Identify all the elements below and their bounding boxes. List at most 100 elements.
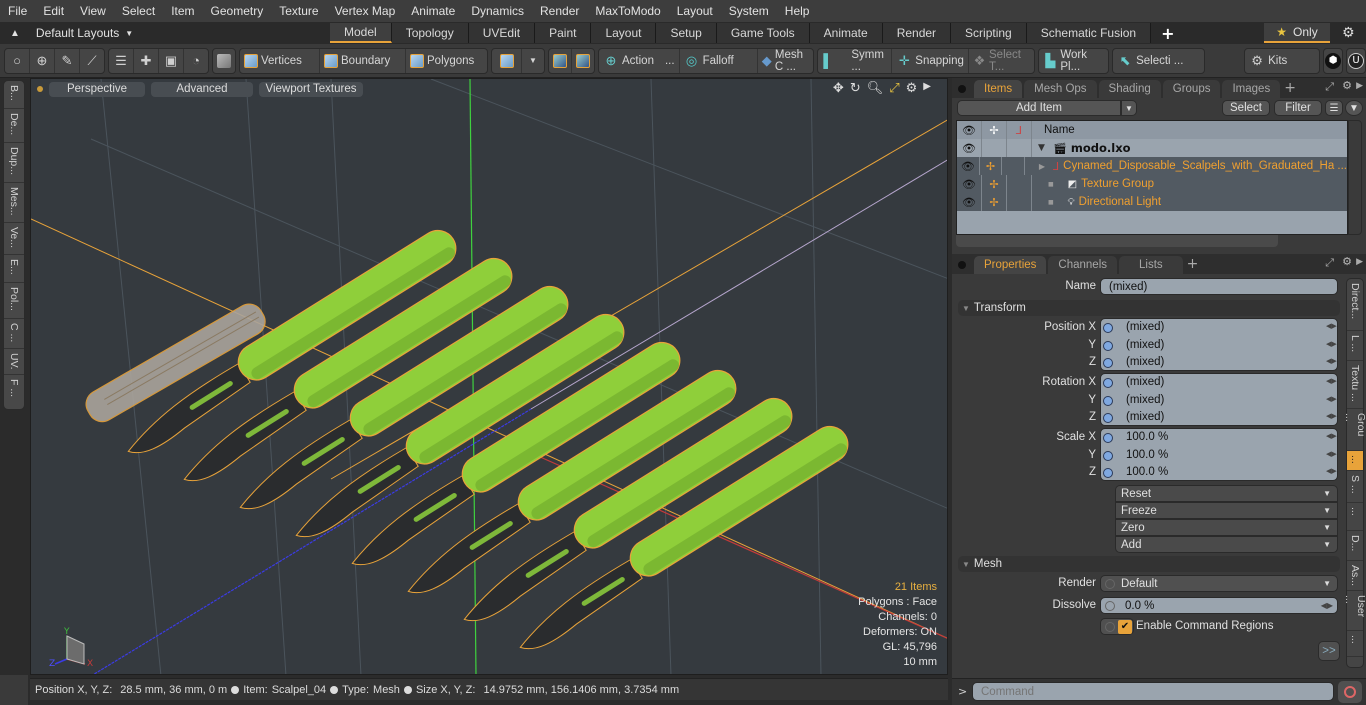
left-tab[interactable]: Ve... [4,223,24,255]
mesh-section-header[interactable]: ▼ Mesh [958,556,1340,572]
center-button[interactable] [572,49,594,73]
perspective-button[interactable]: Perspective [49,81,145,97]
pivot-button[interactable] [549,48,572,73]
position-y-keyframe-icon[interactable] [1103,340,1113,351]
tab-lists[interactable]: Lists [1119,256,1183,274]
transform-toggle[interactable]: ✢ [982,193,1007,211]
menu-view[interactable]: View [72,4,114,18]
left-tab[interactable]: De... [4,109,24,143]
tab-schematic-fusion[interactable]: Schematic Fusion [1026,23,1152,43]
list-item[interactable]: 👁︎ ▼ 🎬︎ modo.lxo [957,139,1347,157]
tab-topology[interactable]: Topology [391,23,469,43]
scale-z-value[interactable]: 100.0 % [1126,466,1168,478]
transform-toggle[interactable]: ✢ [982,175,1007,193]
pen-button[interactable]: ✎ [55,48,80,73]
collapse-up-icon[interactable]: ▲ [10,28,20,39]
symmetry-button[interactable]: ▌ Symm ... [818,48,893,73]
tab-mesh-ops[interactable]: Mesh Ops [1024,80,1097,98]
scale-z-keyframe-icon[interactable] [1103,468,1113,478]
material-dropdown[interactable]: ▼ [522,49,544,73]
left-tab[interactable]: C ... [4,319,24,349]
menu-edit[interactable]: Edit [35,4,72,18]
expand-right-icon[interactable]: ▶ [923,81,931,96]
slider-arrows-icon[interactable]: ◀▶ [1326,467,1337,475]
list-item[interactable]: 👁︎ ✢ ▶ ⅃ Cynamed_Disposable_Scalpels_wit… [957,157,1347,175]
position-z-keyframe-icon[interactable] [1103,358,1113,368]
tab-uvedit[interactable]: UVEdit [468,23,536,43]
add-tab-icon[interactable]: + [1161,24,1174,43]
menu-select[interactable]: Select [114,4,163,18]
menu-geometry[interactable]: Geometry [203,4,272,18]
add-tab-icon[interactable]: + [1284,80,1296,96]
tab-shading[interactable]: Shading [1098,80,1161,98]
snapping-button[interactable]: ✛ Snapping [892,48,969,73]
item-mode-button[interactable] [213,49,235,73]
tab-model[interactable]: Model [330,23,392,43]
position-x-value[interactable]: (mixed) [1126,321,1164,333]
expand-right-icon[interactable]: ▶ [1356,81,1363,91]
type-column[interactable]: ⅃ [1007,121,1032,139]
dissolve-field[interactable]: 0.0 % ◀▶ [1100,597,1338,614]
left-tab[interactable]: Dup... [4,143,24,183]
left-tab[interactable]: Pol... [4,283,24,319]
scale-y-value[interactable]: 100.0 % [1126,449,1168,461]
tab-animate[interactable]: Animate [809,23,883,43]
menu-vertex-map[interactable]: Vertex Map [327,4,404,18]
visibility-column[interactable]: 👁︎ [957,121,982,139]
advanced-button[interactable]: Advanced [151,81,253,97]
enable-command-regions-checkbox[interactable]: ✔ [1100,618,1134,635]
tab-groups[interactable]: Groups [1162,80,1221,98]
menu-dynamics[interactable]: Dynamics [463,4,532,18]
visibility-toggle[interactable]: 👁︎ [957,139,982,157]
polygons-button[interactable]: Polygons [406,49,487,73]
frame-button[interactable]: ▣ [159,48,184,73]
expand-arrow-icon[interactable]: ▶ [1039,162,1045,171]
items-vscrollbar[interactable] [1348,120,1362,235]
slider-arrows-icon[interactable]: ◀▶ [1326,340,1337,348]
scale-x-keyframe-icon[interactable] [1103,433,1113,443]
falloff-button[interactable]: ◎ Falloff [680,48,758,73]
add-dropdown[interactable]: Add ▼ [1115,536,1338,553]
left-tab[interactable]: Mes... [4,183,24,223]
expand-panel-icon[interactable]: ⤢ [1325,80,1334,94]
zero-dropdown[interactable]: Zero ▼ [1115,519,1338,536]
more-button[interactable]: >> [1318,641,1340,661]
kits-button[interactable]: ⚙ Kits [1245,49,1319,73]
slider-arrows-icon[interactable]: ◀▶ [1326,357,1337,365]
clock-button[interactable]: ◔ [184,49,208,73]
action-more[interactable]: ... [665,55,675,67]
menu-item[interactable]: Item [163,4,202,18]
position-x-keyframe-icon[interactable] [1103,323,1113,333]
add-tab-icon[interactable]: + [1187,256,1199,272]
expand-panel-icon[interactable]: ⤢ [1325,256,1334,270]
left-tab[interactable]: F ... [4,375,24,407]
menu-render[interactable]: Render [532,4,587,18]
scale-y-keyframe-icon[interactable] [1103,450,1113,461]
list-options-button[interactable]: ☰ [1325,100,1343,116]
side-tab[interactable]: D... [1347,531,1363,561]
tab-items[interactable]: Items [974,80,1023,98]
selection-sets-button[interactable]: ⬉ Selecti ... [1113,49,1204,73]
menu-file[interactable]: File [0,4,35,18]
tab-images[interactable]: Images [1222,80,1281,98]
unity-button[interactable]: ⬢ [1323,47,1344,74]
add-item-dropdown[interactable]: ▼ [1121,100,1137,116]
side-tab[interactable]: Textu ... [1347,361,1363,409]
filter-button[interactable]: Filter [1274,100,1322,116]
select-through-button[interactable]: ❖ Select T... [969,49,1034,73]
tab-layout[interactable]: Layout [591,23,657,43]
visibility-toggle[interactable]: 👁︎ [957,193,982,211]
panel-menu-dot[interactable] [958,261,966,269]
items-hscrollbar[interactable] [956,235,1278,247]
viewport-textures-button[interactable]: Viewport Textures [259,81,363,97]
left-tab[interactable]: B... [4,81,24,109]
lock-column[interactable]: ✢ [982,121,1007,139]
vertices-button[interactable]: Vertices [240,48,320,73]
side-tab[interactable]: Direct... [1347,279,1363,331]
gear-icon[interactable]: ⚙ [1342,255,1352,268]
menu-system[interactable]: System [721,4,777,18]
left-tab[interactable]: E... [4,255,24,283]
boundary-button[interactable]: Boundary [320,48,406,73]
material-mode-button[interactable] [492,48,522,73]
rotation-y-value[interactable]: (mixed) [1126,394,1164,406]
